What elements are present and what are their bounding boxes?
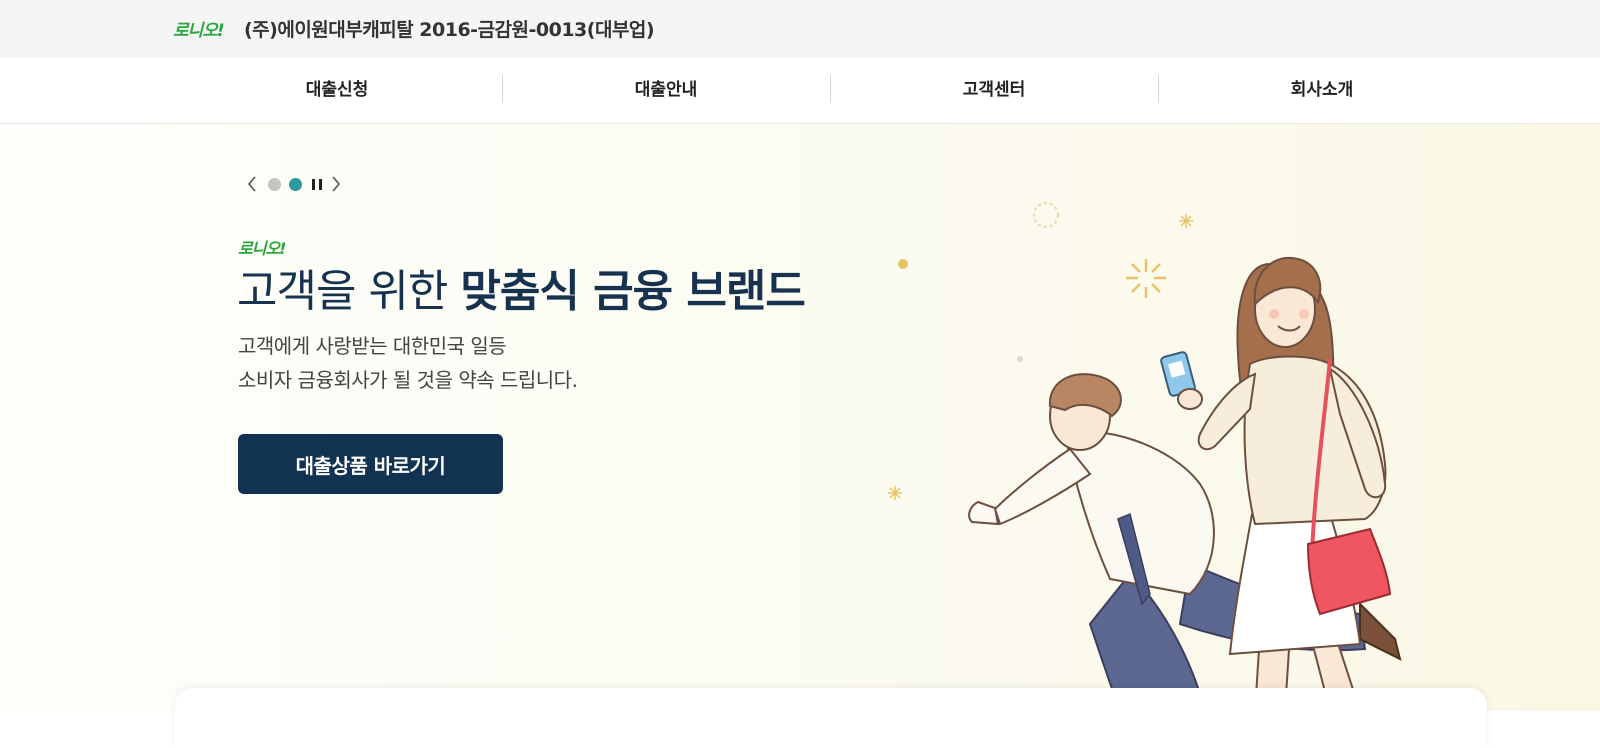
nav-item-loan-apply[interactable]: 대출신청 (173, 58, 501, 123)
slider-dot-1[interactable] (268, 177, 281, 191)
sparkle-icon (888, 486, 902, 500)
pause-icon[interactable] (312, 178, 322, 190)
decor-dot (898, 259, 908, 269)
hero-sub-line-2: 소비자 금융회사가 될 것을 약속 드립니다. (238, 368, 578, 392)
chevron-right-icon[interactable] (328, 174, 344, 194)
chevron-left-icon[interactable] (244, 174, 260, 194)
nav-item-loan-guide[interactable]: 대출안내 (502, 58, 830, 123)
slider-controls (244, 174, 344, 194)
bottom-card (175, 688, 1487, 748)
brand-logo[interactable]: 로니오! (173, 16, 225, 41)
nav-item-company-intro[interactable]: 회사소개 (1158, 58, 1486, 123)
hero-banner: 로니오! 고객을 위한 맞춤식 금융 브랜드 고객에게 사랑받는 대한민국 일등… (0, 124, 1600, 711)
hero-sub-line-1: 고객에게 사랑받는 대한민국 일등 (238, 334, 507, 358)
sparkle-icon (1126, 259, 1166, 298)
hero-headline-bold: 맞춤식 금융 브랜드 (460, 266, 805, 317)
nav-item-customer-center[interactable]: 고객센터 (830, 58, 1158, 123)
hero-subtext: 고객에게 사랑받는 대한민국 일등 소비자 금융회사가 될 것을 약속 드립니다… (238, 329, 578, 397)
hero-illustration (888, 202, 1402, 711)
decor-dot (1017, 356, 1023, 362)
top-bar: 로니오! (주)에이원대부캐피탈 2016-금감원-0013(대부업) (0, 0, 1600, 59)
company-registration-text: (주)에이원대부캐피탈 2016-금감원-0013(대부업) (244, 19, 655, 41)
sparkle-icon (1179, 214, 1193, 228)
loan-products-button[interactable]: 대출상품 바로가기 (238, 434, 503, 494)
slider-dot-2-active[interactable] (289, 177, 302, 191)
sparkle-icon (1033, 202, 1059, 228)
main-nav: 대출신청 대출안내 고객센터 회사소개 (0, 58, 1600, 124)
hero-headline: 고객을 위한 맞춤식 금융 브랜드 (237, 255, 806, 319)
hero-headline-light: 고객을 위한 (237, 266, 461, 317)
